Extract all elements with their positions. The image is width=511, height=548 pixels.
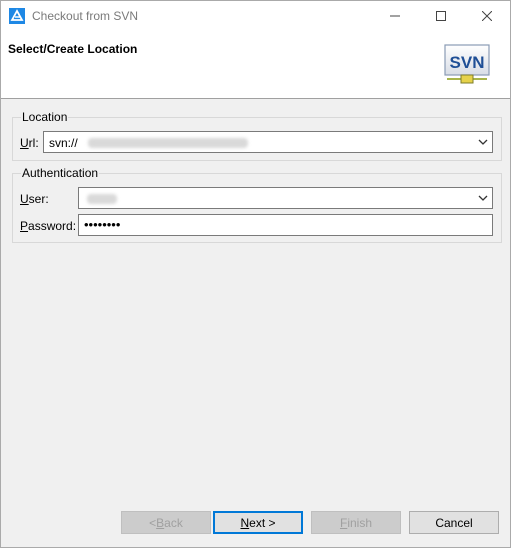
password-field[interactable]: •••••••• — [78, 214, 493, 236]
password-label: Password: — [20, 219, 77, 233]
url-value: svn:// — [49, 136, 78, 150]
svn-logo-text: SVN — [450, 53, 485, 72]
checkout-dialog: Checkout from SVN Select/Create Location… — [0, 0, 511, 548]
back-button[interactable]: < Back — [121, 511, 211, 534]
chevron-down-icon[interactable] — [477, 136, 489, 148]
password-value: •••••••• — [84, 217, 121, 232]
page-title: Select/Create Location — [8, 42, 138, 56]
user-redacted — [87, 194, 117, 204]
finish-button[interactable]: Finish — [311, 511, 401, 534]
user-combobox[interactable] — [78, 187, 493, 209]
minimize-button[interactable] — [372, 1, 418, 31]
title-bar[interactable]: Checkout from SVN — [1, 1, 510, 31]
maximize-button[interactable] — [418, 1, 464, 31]
close-button[interactable] — [464, 1, 510, 31]
window-title: Checkout from SVN — [32, 9, 139, 23]
authentication-group-title: Authentication — [21, 166, 100, 180]
user-label: User: — [20, 192, 49, 206]
eclipse-icon — [9, 8, 25, 24]
wizard-header: Select/Create Location SVN — [1, 31, 510, 99]
next-button[interactable]: Next > — [213, 511, 303, 534]
chevron-down-icon[interactable] — [477, 192, 489, 204]
close-icon — [482, 11, 492, 21]
minimize-icon — [390, 15, 400, 17]
cancel-button[interactable]: Cancel — [409, 511, 499, 534]
location-group-title: Location — [21, 110, 69, 124]
url-redacted — [88, 138, 248, 148]
url-combobox[interactable]: svn:// — [43, 131, 493, 153]
url-label: Url: — [20, 136, 39, 150]
maximize-icon — [436, 11, 446, 21]
svn-logo-icon: SVN — [444, 44, 490, 84]
